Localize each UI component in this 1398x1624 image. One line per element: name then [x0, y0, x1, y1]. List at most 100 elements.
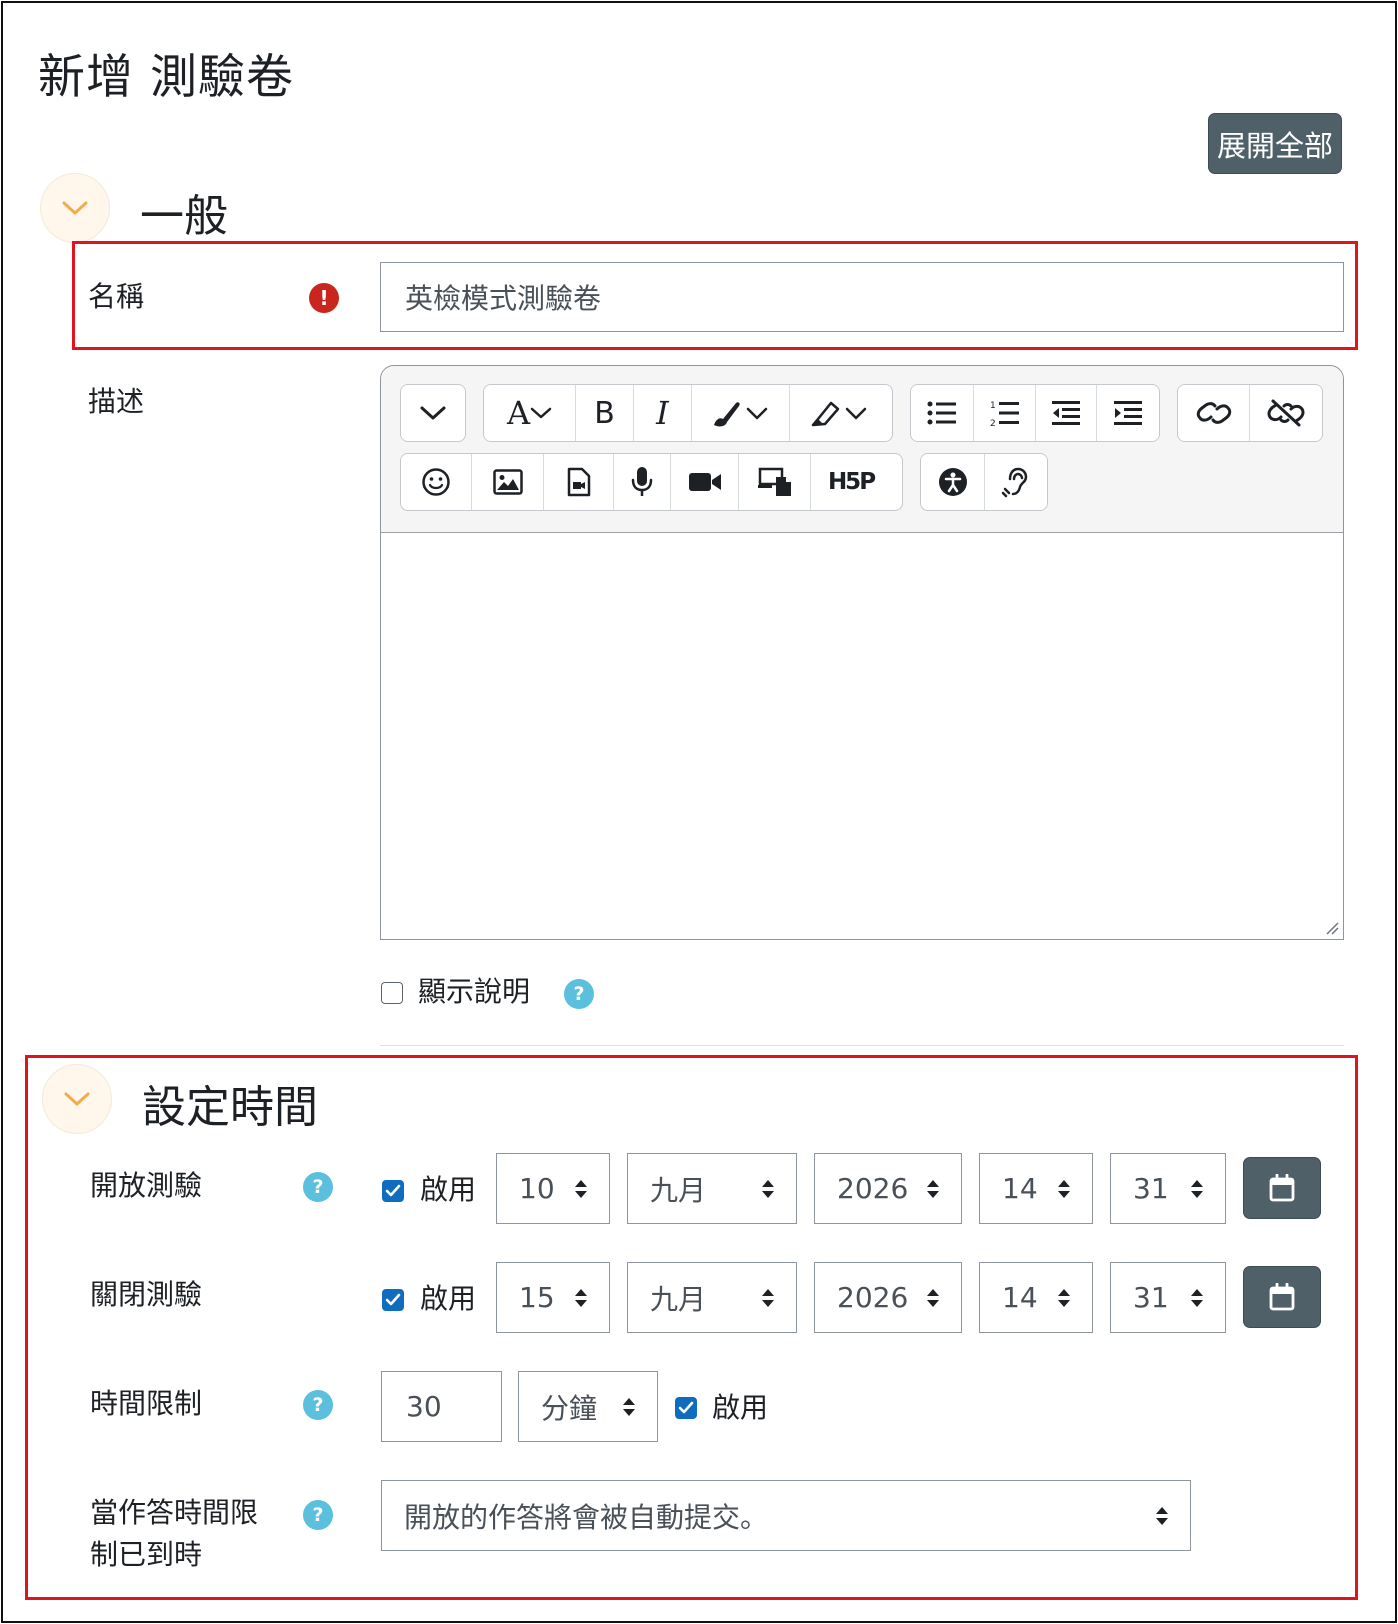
resize-grip-icon[interactable] — [1325, 921, 1339, 935]
font-size-button[interactable]: A — [484, 385, 576, 441]
highlight-icon — [811, 401, 867, 427]
show-description-checkbox[interactable] — [381, 982, 403, 1004]
toolbar-toggle-button[interactable] — [401, 385, 465, 441]
unlink-button[interactable] — [1250, 385, 1322, 441]
name-input-value: 英檢模式測驗卷 — [405, 282, 602, 315]
when-expires-label: 當作答時間限 制已到時 — [90, 1492, 258, 1576]
description-label: 描述 — [88, 385, 145, 418]
select-arrows-icon — [623, 1397, 635, 1416]
close-year-value: 2026 — [837, 1281, 909, 1314]
video-button[interactable] — [671, 454, 739, 510]
close-month-value: 九月 — [650, 1282, 707, 1316]
video-camera-icon — [688, 473, 721, 491]
select-arrows-icon — [1058, 1179, 1070, 1198]
open-year-select[interactable]: 2026 — [814, 1153, 962, 1224]
unlink-icon — [1267, 399, 1305, 427]
help-icon-time-limit[interactable]: ? — [303, 1390, 333, 1420]
text-color-icon — [713, 402, 767, 427]
h5p-icon: H5P — [827, 469, 876, 495]
section-toggle-timing[interactable] — [42, 1064, 112, 1134]
editor-content-area[interactable] — [381, 533, 1343, 939]
ordered-list-button[interactable]: 1 2 — [974, 385, 1036, 441]
select-arrows-icon — [762, 1288, 774, 1307]
unordered-list-button[interactable] — [911, 385, 975, 441]
link-icon — [1196, 402, 1231, 424]
close-quiz-label: 關閉測驗 — [90, 1278, 203, 1311]
description-editor: A B I 1 2 H5P — [380, 365, 1344, 940]
toolbar-group-toggle — [400, 384, 466, 442]
text-color-button[interactable] — [692, 385, 790, 441]
when-expires-select[interactable]: 開放的作答將會被自動提交。 — [381, 1480, 1191, 1551]
toolbar-group-media: H5P — [400, 453, 903, 511]
when-expires-label-line2: 制已到時 — [90, 1538, 203, 1571]
open-year-value: 2026 — [837, 1172, 909, 1205]
italic-button[interactable]: I — [634, 385, 692, 441]
manage-files-button[interactable] — [739, 454, 811, 510]
svg-text:2: 2 — [990, 419, 996, 427]
open-minute-select[interactable]: 31 — [1110, 1153, 1226, 1224]
outdent-button[interactable] — [1035, 385, 1098, 441]
open-day-select[interactable]: 10 — [496, 1153, 610, 1224]
name-input[interactable]: 英檢模式測驗卷 — [380, 262, 1344, 332]
help-icon-when-expires[interactable]: ? — [303, 1500, 333, 1530]
open-minute-value: 31 — [1133, 1172, 1169, 1205]
link-button[interactable] — [1178, 385, 1250, 441]
svg-text:1: 1 — [990, 401, 996, 411]
checkmark-icon — [385, 1293, 401, 1306]
select-arrows-icon — [1191, 1288, 1203, 1307]
highlight-button[interactable] — [790, 385, 890, 441]
image-icon — [492, 469, 523, 495]
time-limit-value: 30 — [406, 1390, 442, 1423]
editor-toolbar: A B I 1 2 H5P — [381, 366, 1343, 533]
section-title-general: 一般 — [140, 191, 228, 242]
font-size-icon: A — [507, 394, 552, 432]
close-day-select[interactable]: 15 — [496, 1262, 610, 1333]
bold-button[interactable]: B — [576, 385, 634, 441]
open-hour-value: 14 — [1002, 1172, 1038, 1205]
close-hour-select[interactable]: 14 — [979, 1262, 1093, 1333]
toolbar-group-links — [1177, 384, 1323, 442]
manage-files-icon — [757, 467, 791, 496]
bold-icon: B — [594, 395, 615, 431]
name-label: 名稱 — [88, 280, 145, 313]
media-file-button[interactable] — [544, 454, 614, 510]
select-arrows-icon — [1156, 1506, 1168, 1525]
checkmark-icon — [678, 1401, 694, 1414]
close-day-value: 15 — [519, 1281, 555, 1314]
close-month-select[interactable]: 九月 — [627, 1262, 797, 1333]
open-month-select[interactable]: 九月 — [627, 1153, 797, 1224]
accessibility-checker-button[interactable] — [921, 454, 985, 510]
expand-all-button[interactable]: 展開全部 — [1208, 113, 1342, 174]
close-quiz-enable-checkbox[interactable] — [382, 1289, 404, 1311]
close-minute-select[interactable]: 31 — [1110, 1262, 1226, 1333]
h5p-button[interactable]: H5P — [811, 454, 891, 510]
help-icon-open-quiz[interactable]: ? — [303, 1172, 333, 1202]
close-calendar-button[interactable] — [1243, 1266, 1321, 1328]
open-quiz-enable-label: 啟用 — [420, 1173, 477, 1206]
chevron-down-icon — [64, 1092, 90, 1106]
open-day-value: 10 — [519, 1172, 555, 1205]
microphone-button[interactable] — [614, 454, 671, 510]
select-arrows-icon — [575, 1179, 587, 1198]
image-button[interactable] — [472, 454, 544, 510]
ordered-list-icon: 1 2 — [990, 401, 1019, 427]
indent-icon — [1114, 401, 1143, 425]
section-divider — [380, 1045, 1344, 1046]
time-limit-input[interactable]: 30 — [381, 1371, 502, 1442]
select-arrows-icon — [927, 1288, 939, 1307]
close-year-select[interactable]: 2026 — [814, 1262, 962, 1333]
time-limit-enable-checkbox[interactable] — [675, 1397, 697, 1419]
time-limit-unit-select[interactable]: 分鐘 — [518, 1371, 658, 1442]
emoji-button[interactable] — [401, 454, 472, 510]
open-calendar-button[interactable] — [1243, 1157, 1321, 1219]
toolbar-group-lists: 1 2 — [910, 384, 1160, 442]
indent-button[interactable] — [1097, 385, 1159, 441]
accessibility-checker-icon — [938, 468, 967, 496]
open-quiz-enable-checkbox[interactable] — [382, 1180, 404, 1202]
open-hour-select[interactable]: 14 — [979, 1153, 1093, 1224]
unordered-list-icon — [927, 401, 957, 425]
section-toggle-general[interactable] — [40, 173, 110, 243]
help-icon-show-description[interactable]: ? — [564, 979, 594, 1009]
select-arrows-icon — [762, 1179, 774, 1198]
screen-reader-button[interactable] — [985, 454, 1047, 510]
